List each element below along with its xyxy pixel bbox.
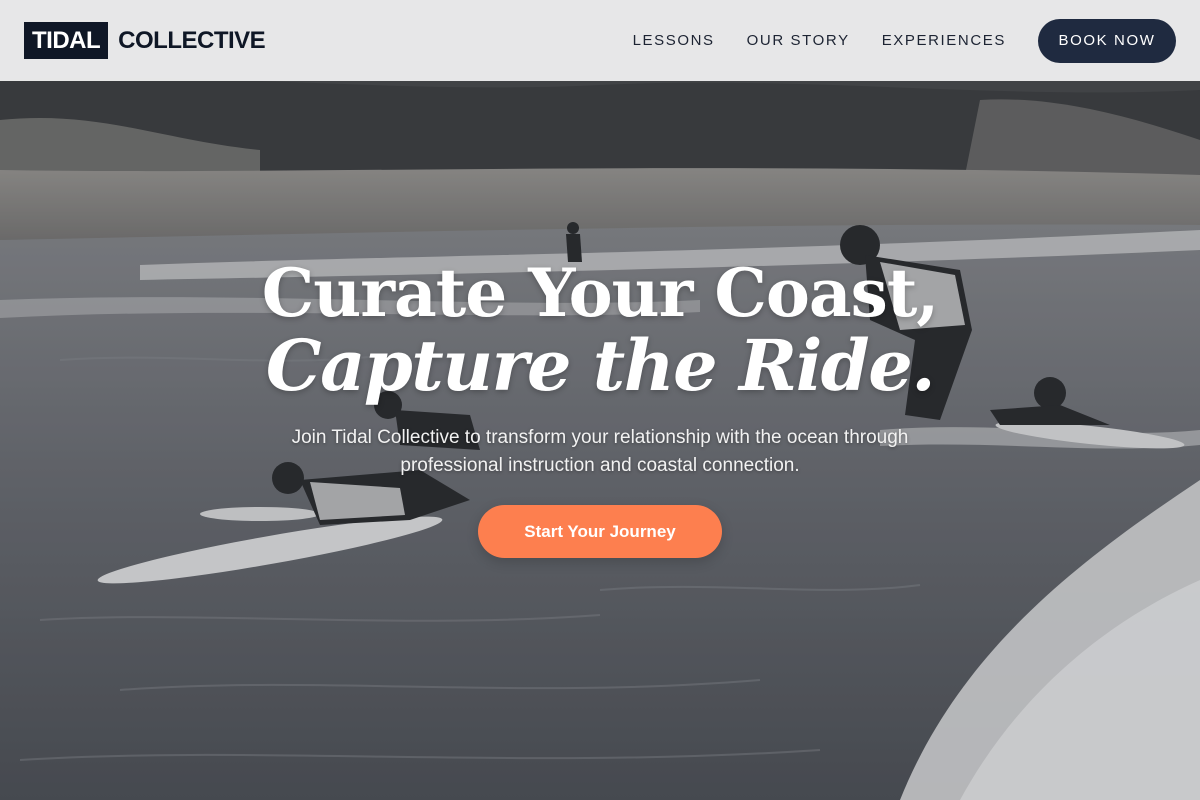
hero-headline-line2: Capture the Ride. bbox=[265, 324, 936, 407]
primary-nav: LESSONS OUR STORY EXPERIENCES BOOK NOW bbox=[633, 18, 1176, 63]
nav-link-our-story[interactable]: OUR STORY bbox=[747, 32, 850, 49]
start-journey-button[interactable]: Start Your Journey bbox=[478, 505, 722, 558]
logo-wordmark: COLLECTIVE bbox=[118, 26, 266, 54]
logo-box-text: TIDAL bbox=[24, 22, 109, 59]
hero-subtext: Join Tidal Collective to transform your … bbox=[291, 427, 909, 476]
hero-headline-line1: Curate Your Coast, bbox=[261, 254, 940, 332]
book-now-button[interactable]: BOOK NOW bbox=[1038, 18, 1176, 63]
nav-link-experiences[interactable]: EXPERIENCES bbox=[882, 32, 1006, 49]
brand-logo[interactable]: TIDAL COLLECTIVE bbox=[24, 22, 266, 59]
nav-link-lessons[interactable]: LESSONS bbox=[633, 32, 715, 49]
top-navbar: TIDAL COLLECTIVE LESSONS OUR STORY EXPER… bbox=[0, 0, 1200, 81]
